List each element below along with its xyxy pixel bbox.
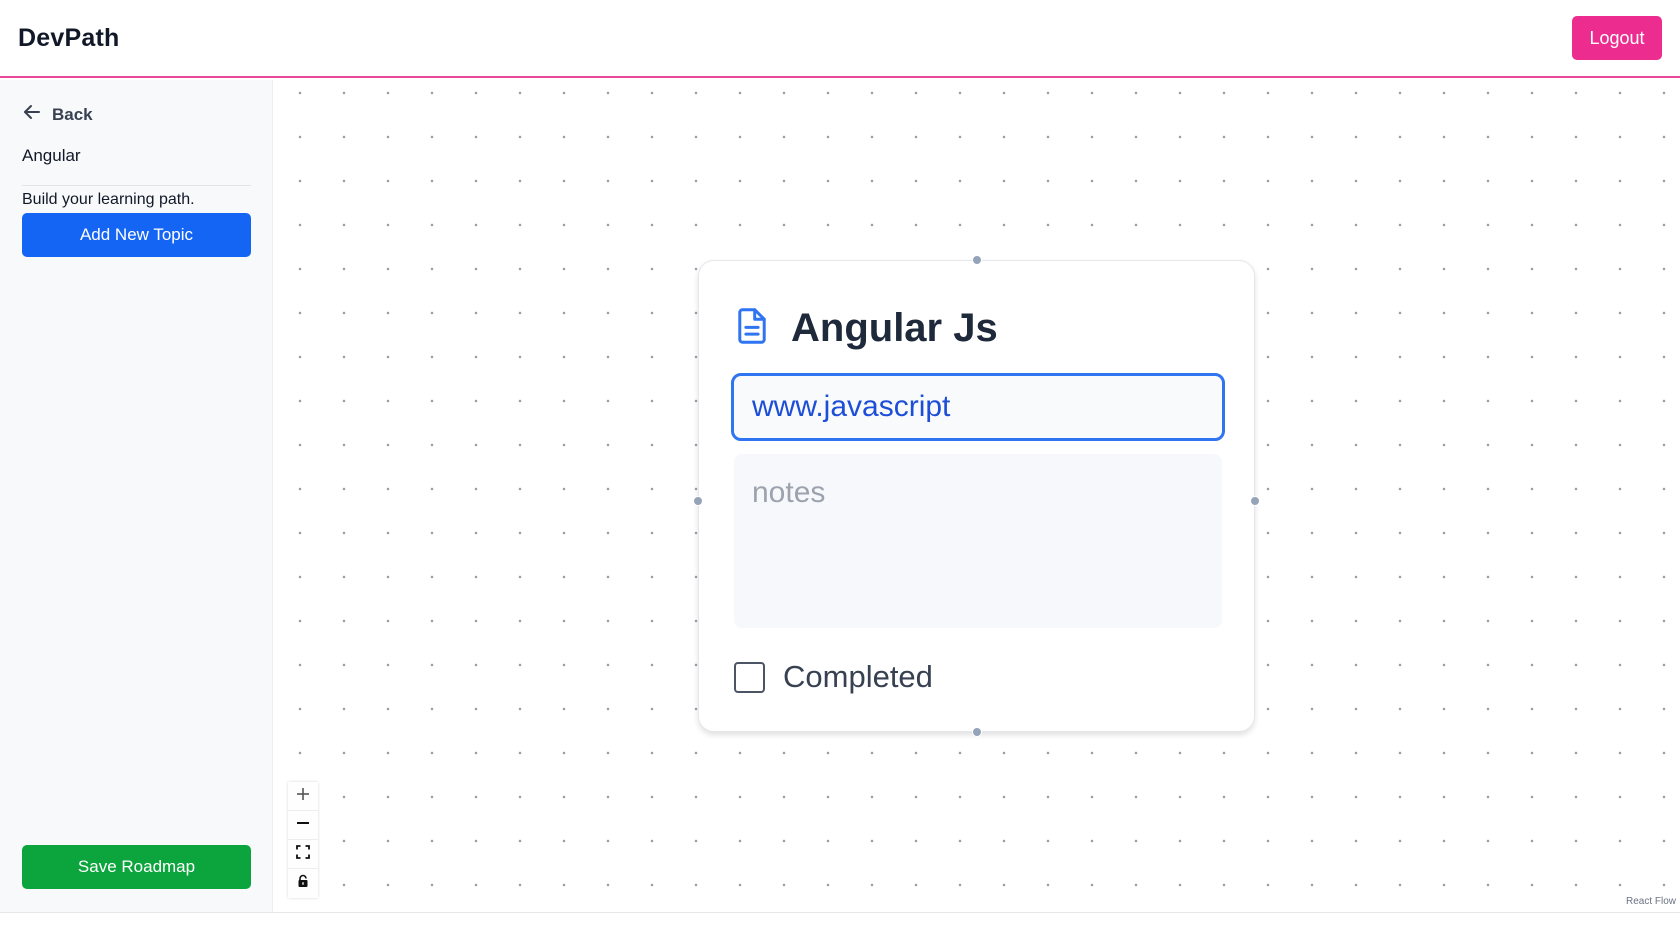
flow-controls [288, 782, 318, 898]
node-handle-right[interactable] [1250, 496, 1260, 506]
zoom-in-button[interactable] [288, 782, 318, 811]
sidebar: Back Angular Build your learning path. A… [0, 80, 273, 912]
node-handle-top[interactable] [972, 255, 982, 265]
react-flow-attribution[interactable]: React Flow [1626, 896, 1676, 907]
fit-view-icon [296, 844, 310, 864]
topic-node[interactable]: Angular Js Completed [693, 255, 1260, 737]
fit-view-button[interactable] [288, 840, 318, 869]
zoom-out-button[interactable] [288, 811, 318, 840]
lock-icon [296, 874, 310, 893]
roadmap-name: Angular [22, 146, 81, 165]
node-header: Angular Js [735, 306, 998, 351]
logout-button[interactable]: Logout [1572, 16, 1662, 60]
completed-label: Completed [783, 659, 933, 694]
completed-toggle[interactable]: Completed [734, 659, 933, 695]
top-header: DevPath Logout [0, 0, 1680, 78]
plus-icon [296, 787, 310, 806]
lock-button[interactable] [288, 869, 318, 898]
back-label: Back [52, 104, 93, 124]
sidebar-subtitle: Build your learning path. [22, 191, 195, 208]
completed-checkbox[interactable] [734, 661, 765, 693]
save-roadmap-button[interactable]: Save Roadmap [22, 845, 251, 889]
sidebar-divider [22, 185, 251, 186]
flow-canvas[interactable]: Angular Js Completed [274, 80, 1680, 912]
url-input[interactable] [731, 373, 1225, 441]
bottom-strip [0, 912, 1680, 925]
arrow-left-icon [22, 102, 42, 127]
node-title: Angular Js [791, 306, 998, 350]
back-link[interactable]: Back [22, 102, 93, 127]
node-handle-bottom[interactable] [972, 727, 982, 737]
minus-icon [296, 816, 310, 835]
document-icon [735, 307, 769, 350]
notes-textarea[interactable] [734, 454, 1222, 628]
node-handle-left[interactable] [693, 496, 703, 506]
app-brand[interactable]: DevPath [18, 24, 119, 53]
add-new-topic-button[interactable]: Add New Topic [22, 213, 251, 257]
